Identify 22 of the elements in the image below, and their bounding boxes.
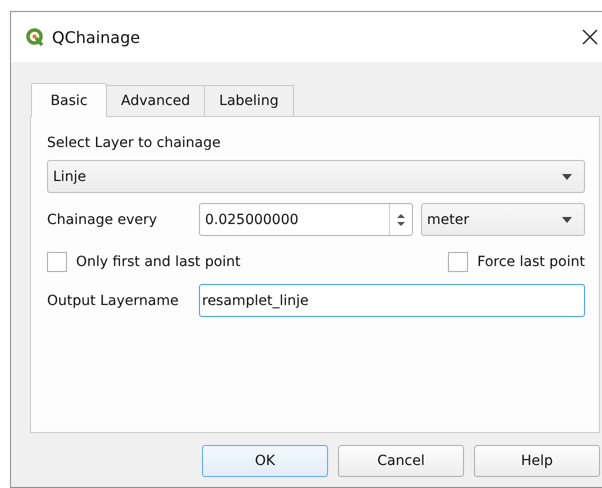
checkbox[interactable] xyxy=(448,252,468,272)
checkbox[interactable] xyxy=(47,252,67,272)
dialog-button[interactable]: Help xyxy=(474,445,600,477)
dialog-button[interactable]: OK xyxy=(202,445,328,477)
app-logo-icon xyxy=(26,28,44,46)
tab[interactable]: Labeling xyxy=(204,85,294,116)
field-label: Output Layername xyxy=(47,292,180,308)
tab[interactable]: Basic xyxy=(31,83,107,117)
caret-icon xyxy=(562,216,572,222)
layer-dropdown[interactable]: Linje xyxy=(47,160,585,193)
output-name-field[interactable]: resamplet_linje xyxy=(199,284,585,317)
interval-spinbox[interactable]: 0.025000000 xyxy=(199,203,413,236)
dialog-button[interactable]: Cancel xyxy=(338,445,464,477)
checkbox-label: Only first and last point xyxy=(76,254,241,270)
caret-icon xyxy=(562,174,572,180)
window-title: QChainage xyxy=(52,28,142,46)
checkbox-label: Force last point xyxy=(477,254,585,270)
layer-label: Select Layer to chainage xyxy=(47,135,222,151)
close-icon[interactable] xyxy=(582,29,598,45)
unit-dropdown[interactable]: meter xyxy=(421,203,585,236)
spin-arrows-icon xyxy=(396,212,406,226)
field-label: Chainage every xyxy=(47,212,158,228)
